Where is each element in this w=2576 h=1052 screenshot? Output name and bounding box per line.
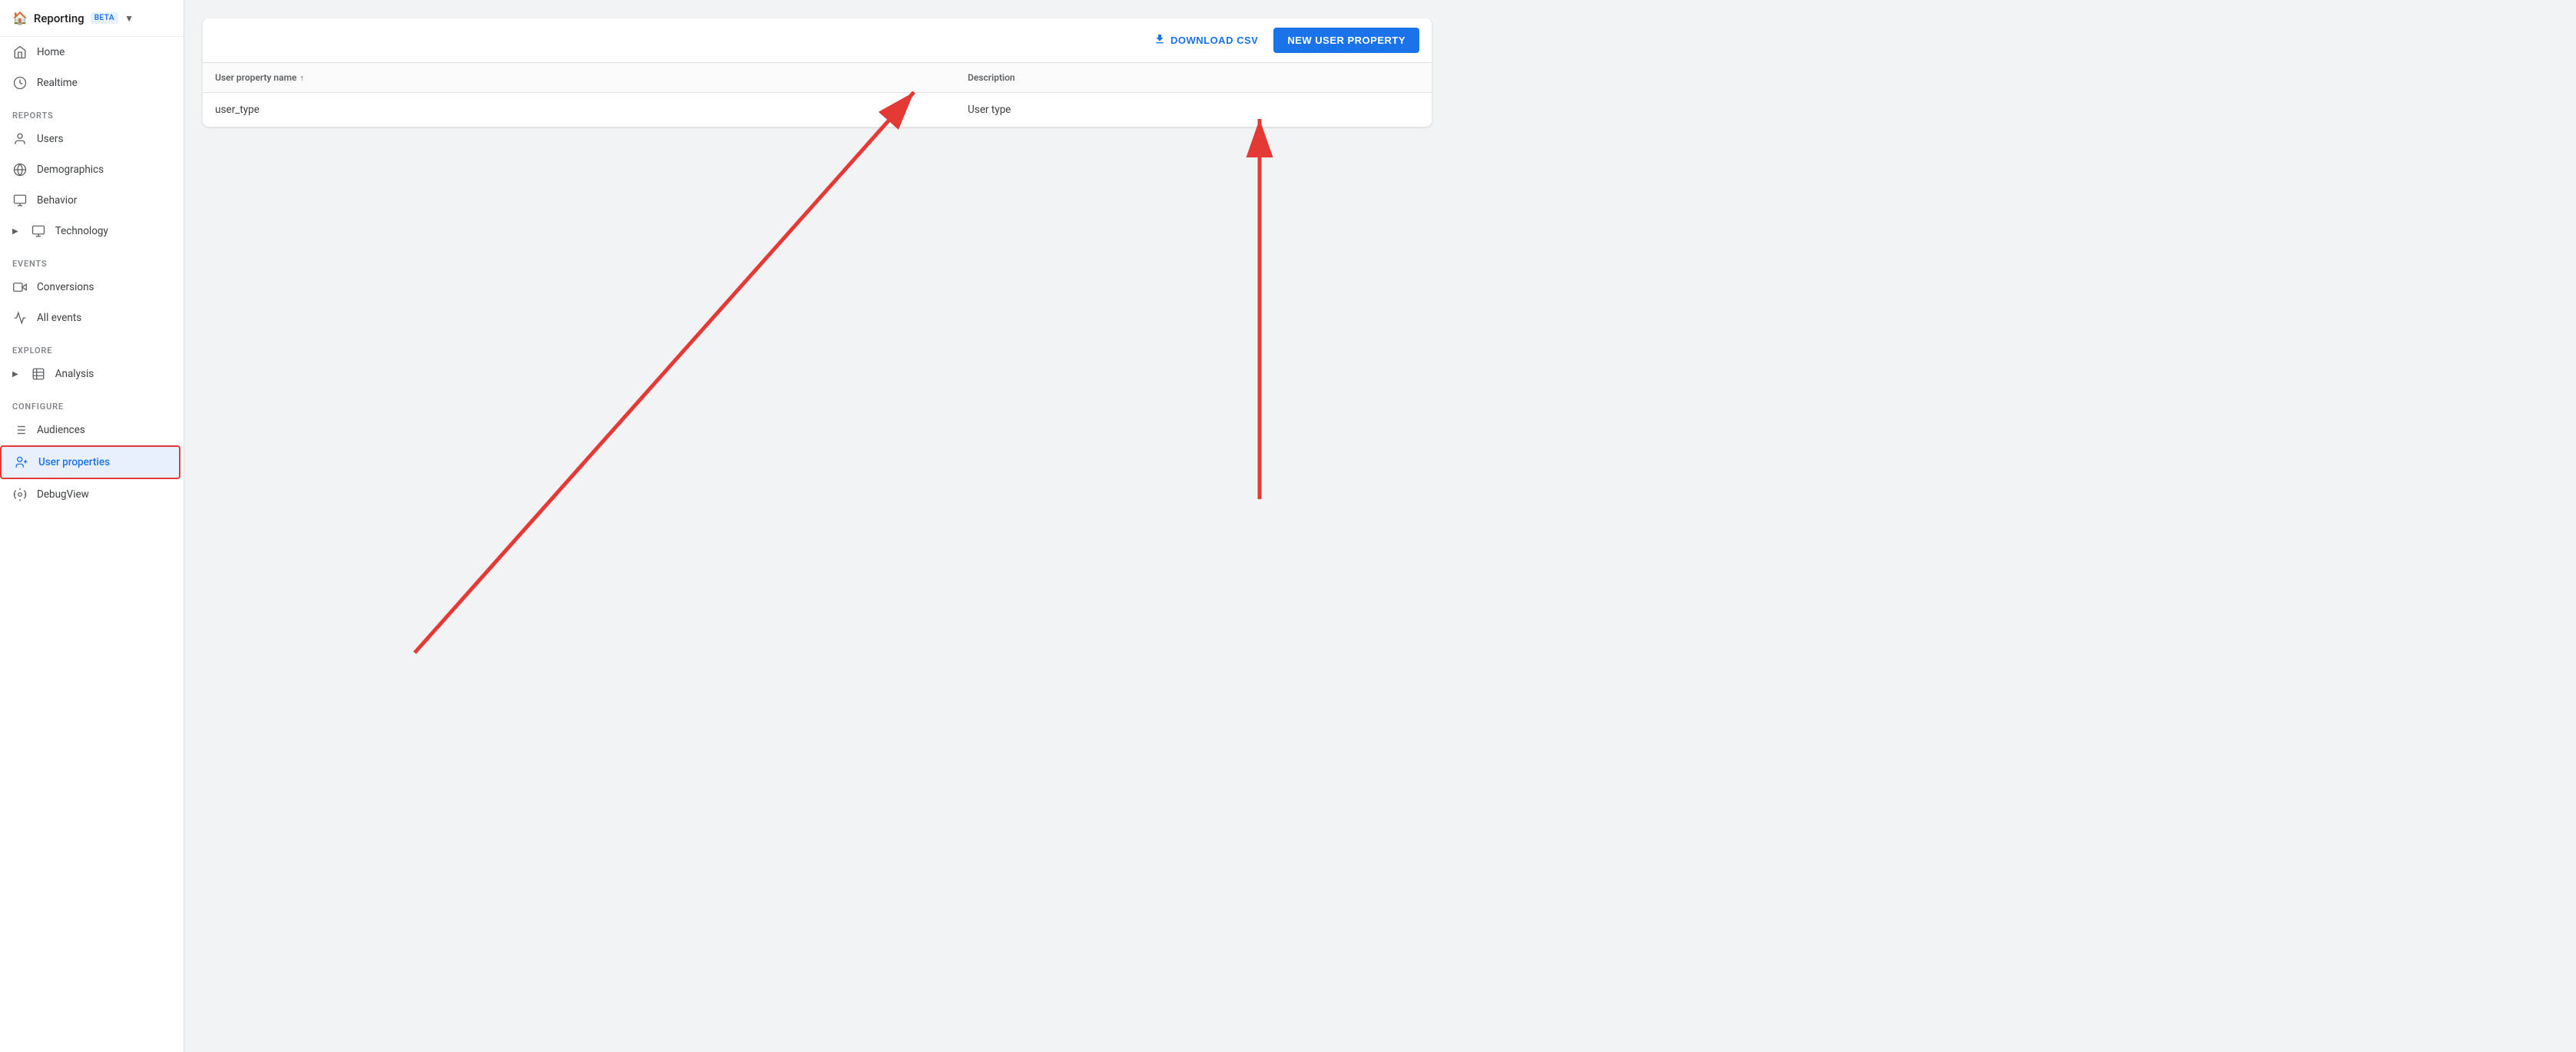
technology-expand-icon[interactable]: ▶ xyxy=(12,227,18,236)
events-section-label: EVENTS xyxy=(0,246,184,272)
sidebar-item-home-label: Home xyxy=(37,46,65,58)
reports-section-label: REPORTS xyxy=(0,98,184,124)
sidebar: 🏠 Reporting BETA ▼ Home Realtime REPORTS xyxy=(0,0,184,1052)
content-card: DOWNLOAD CSV NEW USER PROPERTY User prop… xyxy=(203,18,1432,127)
sidebar-item-user-properties[interactable]: User properties xyxy=(0,445,180,479)
home-icon: 🏠 xyxy=(12,11,28,25)
audiences-icon xyxy=(12,422,28,438)
table-header-name[interactable]: User property name ↑ xyxy=(203,63,955,93)
behavior-icon xyxy=(12,193,28,208)
column-name-label: User property name xyxy=(215,72,296,83)
demographics-icon xyxy=(12,162,28,177)
download-csv-label: DOWNLOAD CSV xyxy=(1170,35,1258,46)
beta-badge: BETA xyxy=(91,12,118,24)
sort-icon[interactable]: ↑ xyxy=(300,73,304,83)
arrows-overlay xyxy=(184,0,2576,1052)
conversions-icon xyxy=(12,280,28,295)
sidebar-item-technology-label: Technology xyxy=(55,225,108,237)
sidebar-title: Reporting xyxy=(34,12,84,25)
main-content: DOWNLOAD CSV NEW USER PROPERTY User prop… xyxy=(184,0,2576,1052)
download-icon xyxy=(1154,33,1166,48)
sidebar-item-analysis-label: Analysis xyxy=(55,368,94,380)
sidebar-item-realtime[interactable]: Realtime xyxy=(0,68,177,98)
table-row: user_type User type xyxy=(203,93,1432,127)
technology-icon xyxy=(31,223,46,239)
sidebar-header: 🏠 Reporting BETA ▼ xyxy=(0,0,184,37)
sidebar-item-debugview-label: DebugView xyxy=(37,488,89,501)
sidebar-item-debugview[interactable]: DebugView xyxy=(0,479,177,510)
realtime-icon xyxy=(12,75,28,91)
configure-section-label: CONFIGURE xyxy=(0,389,184,415)
sidebar-item-all-events-label: All events xyxy=(37,312,81,324)
new-user-property-button[interactable]: NEW USER PROPERTY xyxy=(1273,28,1419,53)
sidebar-item-demographics[interactable]: Demographics xyxy=(0,154,177,185)
sidebar-item-demographics-label: Demographics xyxy=(37,164,104,176)
card-toolbar: DOWNLOAD CSV NEW USER PROPERTY xyxy=(203,18,1432,63)
new-user-property-label: NEW USER PROPERTY xyxy=(1287,35,1406,46)
users-icon xyxy=(12,131,28,147)
analysis-icon xyxy=(31,366,46,382)
sidebar-item-conversions[interactable]: Conversions xyxy=(0,272,177,303)
download-csv-button[interactable]: DOWNLOAD CSV xyxy=(1147,28,1264,52)
user-properties-table: User property name ↑ Description user_ty… xyxy=(203,63,1432,127)
user-properties-icon xyxy=(14,455,29,470)
table-cell-name: user_type xyxy=(203,93,955,127)
sidebar-item-technology[interactable]: ▶ Technology xyxy=(0,216,177,246)
sidebar-item-users-label: Users xyxy=(37,133,63,145)
sidebar-item-audiences[interactable]: Audiences xyxy=(0,415,177,445)
table-cell-description: User type xyxy=(955,93,1432,127)
table-header-description: Description xyxy=(955,63,1432,93)
chevron-down-icon[interactable]: ▼ xyxy=(124,13,134,24)
debugview-icon xyxy=(12,487,28,502)
all-events-icon xyxy=(12,310,28,326)
sidebar-item-user-properties-label: User properties xyxy=(38,456,110,468)
sidebar-item-realtime-label: Realtime xyxy=(37,77,78,89)
analysis-expand-icon[interactable]: ▶ xyxy=(12,370,18,379)
home-nav-icon xyxy=(12,45,28,60)
sidebar-item-users[interactable]: Users xyxy=(0,124,177,154)
sidebar-item-conversions-label: Conversions xyxy=(37,281,94,293)
column-description-label: Description xyxy=(968,72,1015,83)
sidebar-item-behavior[interactable]: Behavior xyxy=(0,185,177,216)
sidebar-item-all-events[interactable]: All events xyxy=(0,303,177,333)
sidebar-item-audiences-label: Audiences xyxy=(37,424,85,436)
explore-section-label: EXPLORE xyxy=(0,333,184,359)
sidebar-item-analysis[interactable]: ▶ Analysis xyxy=(0,359,177,389)
sidebar-item-home[interactable]: Home xyxy=(0,37,177,68)
sidebar-item-behavior-label: Behavior xyxy=(37,194,77,207)
